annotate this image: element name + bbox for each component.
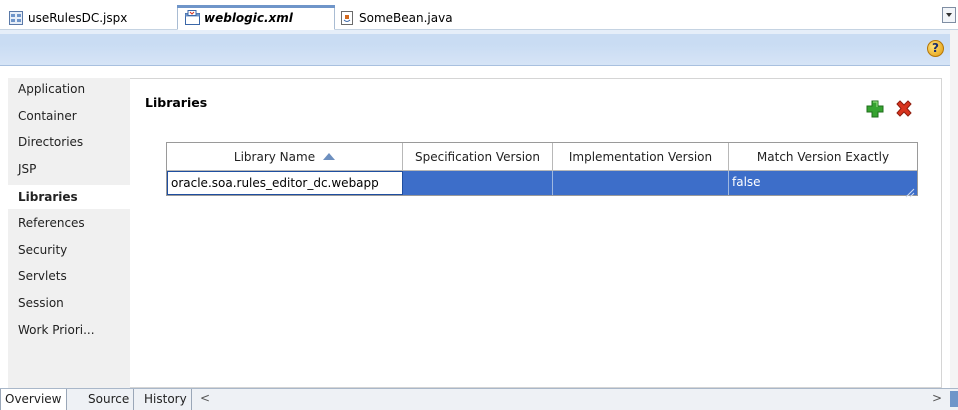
nav-item-servlets[interactable]: Servlets (18, 269, 67, 283)
nav-item-work-priority[interactable]: Work Priori... (18, 323, 95, 337)
tab-source[interactable]: Source (84, 389, 135, 410)
table-header: Library Name Specification Version Imple… (167, 143, 917, 171)
libraries-panel (130, 78, 942, 388)
editor-tab-strip: useRulesDC.jspx weblogic.xml SomeBean.ja… (0, 0, 958, 30)
column-header-implementation-version[interactable]: Implementation Version (553, 143, 729, 171)
page-title: Libraries (145, 95, 208, 110)
resize-grip-icon[interactable] (905, 183, 915, 198)
help-icon[interactable]: ? (927, 40, 944, 57)
nav-item-container[interactable]: Container (18, 109, 77, 123)
scroll-right-icon[interactable]: > (932, 391, 942, 405)
tab-somebean-java[interactable]: SomeBean.java (333, 5, 461, 30)
horizontal-scrollbar[interactable]: < > (200, 391, 942, 407)
sort-ascending-icon (323, 153, 336, 160)
add-library-button[interactable] (864, 98, 886, 120)
scroll-left-icon[interactable]: < (200, 391, 210, 405)
overview-nav: Application Container Directories JSP Li… (8, 78, 132, 388)
delete-library-button[interactable] (893, 98, 915, 120)
cell-specification-version[interactable] (403, 171, 553, 195)
java-file-icon (339, 10, 355, 26)
editor-bottom-bar: Overview Source History < > (0, 388, 958, 410)
editor-header-band: ? (0, 30, 950, 66)
tab-label: weblogic.xml (204, 10, 293, 25)
tab-userulesdc-jspx[interactable]: useRulesDC.jspx (2, 5, 135, 30)
tab-history[interactable]: History (140, 389, 192, 410)
tab-overview[interactable]: Overview (0, 389, 67, 410)
tab-label: useRulesDC.jspx (28, 10, 128, 25)
jspx-file-icon (8, 10, 24, 26)
cell-implementation-version[interactable] (553, 171, 729, 195)
nav-item-session[interactable]: Session (18, 296, 64, 310)
header-stripe (0, 30, 950, 34)
table-row[interactable]: oracle.soa.rules_editor_dc.webapp false (167, 171, 917, 198)
nav-item-application[interactable]: Application (18, 82, 85, 96)
column-header-match-version-exactly[interactable]: Match Version Exactly (729, 143, 917, 171)
tab-weblogic-xml[interactable]: weblogic.xml (177, 5, 335, 30)
vertical-scrollbar[interactable] (950, 30, 958, 390)
nav-item-security[interactable]: Security (18, 243, 67, 257)
nav-item-directories[interactable]: Directories (18, 135, 83, 149)
cell-match-version-exactly[interactable]: false (729, 171, 917, 198)
column-header-library-name[interactable]: Library Name (167, 143, 403, 171)
xml-file-icon (184, 9, 200, 26)
libraries-table: Library Name Specification Version Imple… (166, 142, 918, 198)
tab-list-dropdown-button[interactable] (942, 7, 956, 23)
nav-item-libraries[interactable]: Libraries (8, 185, 132, 209)
column-header-specification-version[interactable]: Specification Version (403, 143, 553, 171)
scroll-corner (950, 391, 958, 407)
delete-icon (893, 100, 915, 123)
add-icon (864, 100, 886, 123)
cell-library-name[interactable]: oracle.soa.rules_editor_dc.webapp (167, 171, 403, 195)
nav-item-jsp[interactable]: JSP (18, 162, 36, 176)
nav-item-references[interactable]: References (18, 216, 85, 230)
tab-label: SomeBean.java (359, 10, 453, 25)
